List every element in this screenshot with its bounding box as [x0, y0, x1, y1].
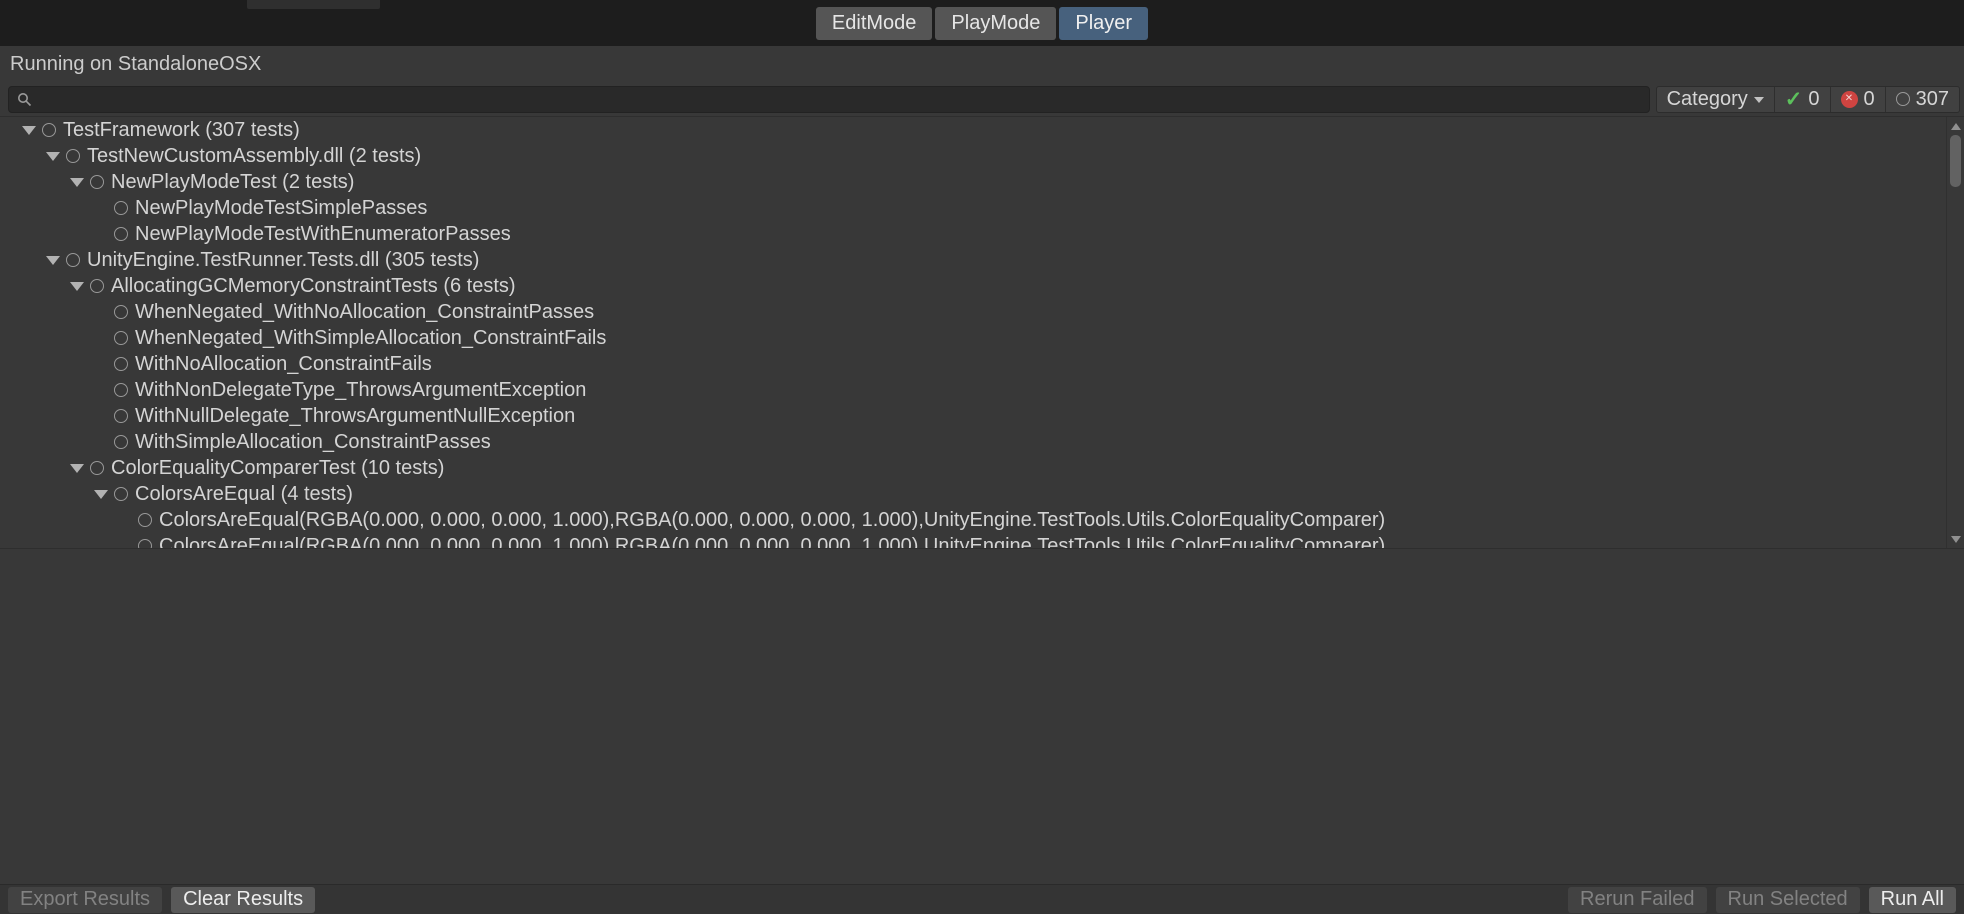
tree-row[interactable]: WithNullDelegate_ThrowsArgumentNullExcep… — [0, 403, 1946, 429]
tree-row[interactable]: ColorsAreEqual (4 tests) — [0, 481, 1946, 507]
foldout-arrow-icon[interactable] — [88, 490, 114, 499]
passed-check-icon: ✓ — [1785, 89, 1803, 110]
test-notrun-icon — [138, 513, 152, 527]
scroll-down-arrow-icon[interactable] — [1947, 532, 1964, 546]
docked-tab-partial — [247, 0, 380, 9]
tree-scrollbar[interactable] — [1946, 117, 1964, 548]
category-label: Category — [1667, 88, 1748, 111]
tree-row[interactable]: WithNoAllocation_ConstraintFails — [0, 351, 1946, 377]
test-runner-window: EditMode PlayMode Player Running on Stan… — [0, 0, 1964, 914]
scroll-up-arrow-icon[interactable] — [1947, 119, 1964, 133]
test-notrun-icon — [114, 357, 128, 371]
tree-row-label: ColorsAreEqual(RGBA(0.000, 0.000, 0.000,… — [159, 507, 1385, 533]
failed-filter-toggle[interactable]: ✕ 0 — [1830, 87, 1885, 112]
tree-row[interactable]: ColorsAreEqual(RGBA(0.000, 0.000, 0.000,… — [0, 507, 1946, 533]
foldout-arrow-icon[interactable] — [64, 178, 90, 187]
test-notrun-icon — [114, 227, 128, 241]
tree-row-label: WithNoAllocation_ConstraintFails — [135, 351, 432, 377]
test-notrun-icon — [114, 383, 128, 397]
tree-row[interactable]: NewPlayModeTestWithEnumeratorPasses — [0, 221, 1946, 247]
footer-left-group: Export Results Clear Results — [8, 887, 315, 913]
tree-row[interactable]: WhenNegated_WithNoAllocation_ConstraintP… — [0, 299, 1946, 325]
tree-row-label: NewPlayModeTest (2 tests) — [111, 169, 354, 195]
failed-count: 0 — [1864, 88, 1875, 111]
test-detail-pane — [0, 549, 1964, 884]
tree-row-label: UnityEngine.TestRunner.Tests.dll (305 te… — [87, 247, 479, 273]
chevron-down-icon — [1754, 97, 1764, 103]
tree-row-label: WithNullDelegate_ThrowsArgumentNullExcep… — [135, 403, 575, 429]
rerun-failed-button[interactable]: Rerun Failed — [1568, 887, 1707, 913]
failed-cross-icon: ✕ — [1841, 91, 1858, 108]
tree-row[interactable]: WhenNegated_WithSimpleAllocation_Constra… — [0, 325, 1946, 351]
scrollbar-thumb[interactable] — [1950, 135, 1961, 187]
test-notrun-icon — [66, 253, 80, 267]
tree-row-label: AllocatingGCMemoryConstraintTests (6 tes… — [111, 273, 516, 299]
tree-row-label: NewPlayModeTestSimplePasses — [135, 195, 427, 221]
tree-row-label: WithNonDelegateType_ThrowsArgumentExcept… — [135, 377, 586, 403]
tree-row[interactable]: TestFramework (307 tests) — [0, 117, 1946, 143]
run-all-button[interactable]: Run All — [1869, 887, 1956, 913]
tree-row-label: WhenNegated_WithSimpleAllocation_Constra… — [135, 325, 606, 351]
tab-playmode[interactable]: PlayMode — [935, 7, 1056, 40]
passed-filter-toggle[interactable]: ✓ 0 — [1774, 87, 1830, 112]
test-notrun-icon — [114, 409, 128, 423]
test-notrun-icon — [66, 149, 80, 163]
tree-row-label: WithSimpleAllocation_ConstraintPasses — [135, 429, 491, 455]
tab-editmode[interactable]: EditMode — [816, 7, 933, 40]
clear-results-button[interactable]: Clear Results — [171, 887, 315, 913]
test-notrun-icon — [114, 305, 128, 319]
search-input[interactable] — [38, 89, 1641, 110]
test-tree: TestFramework (307 tests)TestNewCustomAs… — [0, 117, 1946, 548]
tree-row[interactable]: TestNewCustomAssembly.dll (2 tests) — [0, 143, 1946, 169]
tree-row[interactable]: ColorsAreEqual(RGBA(0.000, 0.000, 0.000,… — [0, 533, 1946, 548]
tree-row-label: WhenNegated_WithNoAllocation_ConstraintP… — [135, 299, 594, 325]
test-notrun-icon — [90, 279, 104, 293]
test-notrun-icon — [42, 123, 56, 137]
notrun-filter-toggle[interactable]: 307 — [1885, 87, 1959, 112]
notrun-circle-icon — [1896, 92, 1910, 106]
test-notrun-icon — [114, 331, 128, 345]
tree-row-label: ColorsAreEqual (4 tests) — [135, 481, 353, 507]
foldout-arrow-icon[interactable] — [40, 256, 66, 265]
foldout-arrow-icon[interactable] — [64, 464, 90, 473]
mode-tab-group: EditMode PlayMode Player — [816, 7, 1148, 40]
category-dropdown[interactable]: Category — [1657, 87, 1774, 112]
status-text: Running on StandaloneOSX — [10, 53, 261, 76]
tree-row[interactable]: ColorEqualityComparerTest (10 tests) — [0, 455, 1946, 481]
footer-bar: Export Results Clear Results Rerun Faile… — [0, 884, 1964, 914]
test-notrun-icon — [90, 175, 104, 189]
tree-row-label: ColorsAreEqual(RGBA(0.000, 0.000, 0.000,… — [159, 533, 1385, 548]
test-notrun-icon — [114, 487, 128, 501]
tree-row-label: TestNewCustomAssembly.dll (2 tests) — [87, 143, 421, 169]
foldout-arrow-icon[interactable] — [40, 152, 66, 161]
tree-row[interactable]: WithNonDelegateType_ThrowsArgumentExcept… — [0, 377, 1946, 403]
search-icon — [17, 92, 32, 107]
tree-row-label: NewPlayModeTestWithEnumeratorPasses — [135, 221, 511, 247]
tree-row[interactable]: AllocatingGCMemoryConstraintTests (6 tes… — [0, 273, 1946, 299]
test-tree-panel: TestFramework (307 tests)TestNewCustomAs… — [0, 116, 1964, 549]
tree-row[interactable]: UnityEngine.TestRunner.Tests.dll (305 te… — [0, 247, 1946, 273]
notrun-count: 307 — [1916, 88, 1949, 111]
tree-row-label: TestFramework (307 tests) — [63, 117, 300, 143]
tree-row[interactable]: NewPlayModeTest (2 tests) — [0, 169, 1946, 195]
test-notrun-icon — [114, 435, 128, 449]
export-results-button[interactable]: Export Results — [8, 887, 162, 913]
footer-right-group: Rerun Failed Run Selected Run All — [1568, 887, 1956, 913]
status-bar: Running on StandaloneOSX — [0, 46, 1964, 82]
tree-row[interactable]: WithSimpleAllocation_ConstraintPasses — [0, 429, 1946, 455]
test-notrun-icon — [114, 201, 128, 215]
foldout-arrow-icon[interactable] — [16, 126, 42, 135]
passed-count: 0 — [1808, 88, 1819, 111]
mode-toolbar: EditMode PlayMode Player — [0, 0, 1964, 46]
filter-bar: Category ✓ 0 ✕ 0 307 — [0, 82, 1964, 116]
run-selected-button[interactable]: Run Selected — [1716, 887, 1860, 913]
search-field[interactable] — [8, 86, 1650, 113]
foldout-arrow-icon[interactable] — [64, 282, 90, 291]
tab-player[interactable]: Player — [1059, 7, 1148, 40]
test-notrun-icon — [138, 539, 152, 548]
filter-segments: Category ✓ 0 ✕ 0 307 — [1656, 86, 1960, 113]
tree-row[interactable]: NewPlayModeTestSimplePasses — [0, 195, 1946, 221]
tree-row-label: ColorEqualityComparerTest (10 tests) — [111, 455, 444, 481]
test-notrun-icon — [90, 461, 104, 475]
